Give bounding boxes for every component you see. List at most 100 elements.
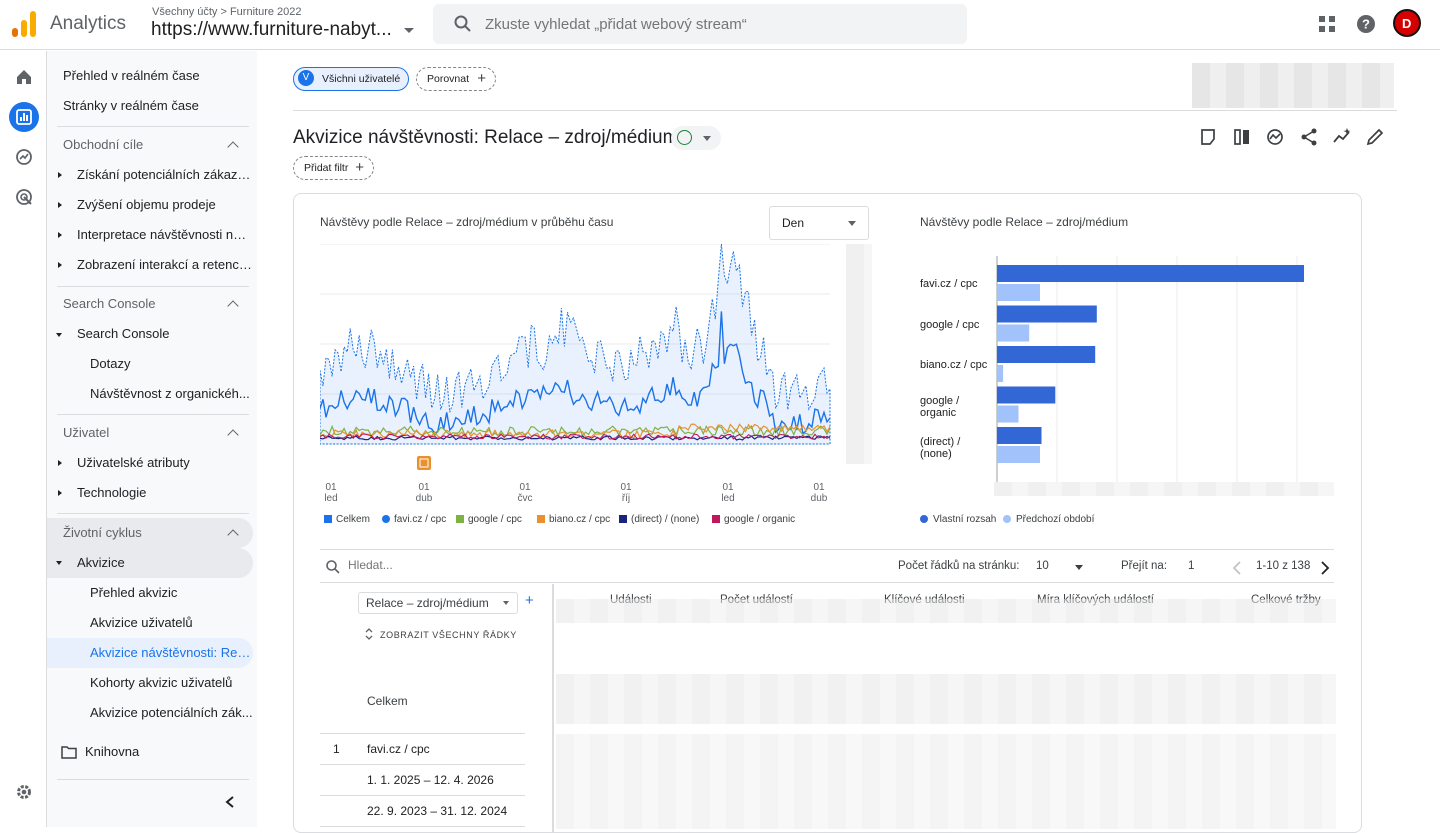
bar-previous[interactable] [997,405,1019,423]
edit-pencil-icon[interactable] [1365,127,1385,147]
sidebar-item-goal[interactable]: Zvýšení objemu prodeje [47,190,253,220]
sidebar-section-business-goals[interactable]: Obchodní cíle [47,130,253,160]
top-bar: Analytics Všechny účty > Furniture 2022 … [0,0,1440,50]
legend-item[interactable]: (direct) / (none) [619,514,699,525]
sidebar-item-goal[interactable]: Interpretace návštěvnosti na ... [47,220,253,250]
chevron-right-icon[interactable] [1320,561,1330,575]
bar-previous[interactable] [997,324,1030,342]
sidebar-item-queries[interactable]: Dotazy [47,349,253,379]
legend-item[interactable]: favi.cz / cpc [382,514,446,525]
sidebar-section-lifecycle[interactable]: Životní cyklus [47,518,253,548]
add-filter-label: Přidat filtr [304,162,349,174]
sidebar-item-acquisition-overview[interactable]: Přehled akvizic [47,578,253,608]
property-selector[interactable]: https://www.furniture-nabyt... [151,19,401,41]
search-bar[interactable] [433,4,967,44]
bar-current[interactable] [997,346,1096,363]
sidebar-item-realtime-pages[interactable]: Stránky v reálném čase [47,91,253,121]
settings-gear-icon[interactable] [9,777,39,807]
dimension-dropdown[interactable]: Relace – zdroj/médium [358,592,518,614]
legend-item[interactable]: Vlastní rozsah [920,514,996,525]
share-icon[interactable] [1299,127,1319,147]
search-icon [454,15,471,32]
sidebar-section-search-console[interactable]: Search Console [47,289,253,319]
collapse-arrow-icon[interactable] [56,561,62,565]
apps-grid-icon[interactable] [1316,13,1338,35]
analytics-logo-icon[interactable] [12,11,36,37]
reports-icon[interactable] [9,102,39,132]
sidebar-item-user-attributes[interactable]: Uživatelské atributy [47,448,253,478]
rows-per-page-select[interactable]: 10 [1036,560,1049,572]
trend-sparkle-icon[interactable] [1332,127,1352,147]
sidebar-section-user[interactable]: Uživatel [47,418,253,448]
legend-swatch [382,515,390,524]
bar-chart[interactable] [994,244,1334,504]
table-toolbar: Počet řádků na stránku: 10 Přejít na: 1 … [320,549,1334,583]
blurred-table-values [556,734,1336,829]
segment-chip[interactable]: V Všichni uživatelé [293,67,409,91]
sidebar-item-organic[interactable]: Návštěvnost z organickéh... [47,379,253,409]
chevron-left-icon[interactable] [1232,561,1242,575]
show-all-rows-button[interactable]: ZOBRAZIT VŠECHNY ŘÁDKY [380,630,517,640]
bar-current[interactable] [997,427,1042,444]
bar-current[interactable] [997,305,1097,323]
advertising-icon[interactable] [9,182,39,212]
bar-chart-gridlines [996,256,1298,482]
customize-report-icon[interactable] [1198,127,1218,147]
chevron-down-icon[interactable] [404,28,414,33]
compare-columns-icon[interactable] [1232,127,1252,147]
line-chart[interactable] [320,244,850,484]
page-title: Akvizice návštěvnosti: Relace – zdroj/mé… [293,127,679,148]
granularity-dropdown[interactable]: Den [769,206,869,240]
sidebar-item-lead-acquisition[interactable]: Akvizice potenciálních zák... [47,698,253,728]
chevron-down-icon [848,221,856,226]
home-icon[interactable] [9,62,39,92]
bar-previous[interactable] [997,284,1040,301]
bar-category-label: biano.cz / cpc [920,359,988,371]
table-row-dimension[interactable]: favi.cz / cpc [367,742,430,756]
insights-icon[interactable] [1265,127,1285,147]
legend-item[interactable]: Celkem [324,514,370,525]
add-dimension-plus-icon[interactable]: + [525,592,534,609]
blurred-axis-values [994,482,1334,496]
sidebar-item-acquisition-cohorts[interactable]: Kohorty akvizic uživatelů [47,668,253,698]
collapse-sidebar-icon[interactable] [224,795,236,809]
sidebar-item-traffic-acquisition[interactable]: Akvizice návštěvnosti: Rela... [47,638,253,668]
legend-label: google / organic [724,514,796,525]
legend-item[interactable]: Předchozí období [1003,514,1094,525]
x-tick-label: 01 led [721,482,735,504]
legend-item[interactable]: google / organic [712,514,795,525]
legend-item[interactable]: biano.cz / cpc [537,514,610,525]
legend-item[interactable]: google / cpc [456,514,522,525]
report-card: Návštěvy podle Relace – zdroj/médium v p… [293,193,1362,833]
chevron-down-icon[interactable] [1075,565,1083,570]
status-badge[interactable] [671,126,721,150]
bar-current[interactable] [997,386,1056,404]
bar-previous[interactable] [997,365,1004,382]
goto-input[interactable]: 1 [1188,560,1194,572]
sidebar-item-realtime-overview[interactable]: Přehled v reálném čase [47,61,253,91]
sidebar-item-acquisition[interactable]: Akvizice [47,548,253,578]
sidebar-item-goal[interactable]: Získání potenciálních zákazní... [47,160,253,190]
legend-swatch [920,515,928,524]
avatar[interactable]: D [1393,9,1421,37]
bar-category-label: google / cpc [920,319,980,331]
compare-button[interactable]: Porovnat + [416,67,496,91]
sidebar-nav: Přehled v reálném čase Stránky v reálném… [47,51,257,827]
legend-swatch [537,515,545,524]
add-filter-button[interactable]: Přidat filtr + [293,156,374,180]
sidebar-item-search-console[interactable]: Search Console [47,319,253,349]
explore-icon[interactable] [9,142,39,172]
breadcrumb[interactable]: Všechny účty > Furniture 2022 [152,6,302,18]
help-icon[interactable]: ? [1355,13,1377,35]
bar-previous[interactable] [997,446,1040,463]
divider [320,764,525,765]
search-input[interactable] [485,14,945,34]
bar-current[interactable] [997,265,1304,282]
table-search-input[interactable] [348,558,648,572]
annotation-marker-icon[interactable] [417,456,431,470]
sidebar-item-goal[interactable]: Zobrazení interakcí a retence... [47,250,253,280]
sidebar-item-library[interactable]: Knihovna [47,737,253,767]
sidebar-item-user-acquisition[interactable]: Akvizice uživatelů [47,608,253,638]
granularity-value: Den [782,216,805,230]
sidebar-item-technology[interactable]: Technologie [47,478,253,508]
